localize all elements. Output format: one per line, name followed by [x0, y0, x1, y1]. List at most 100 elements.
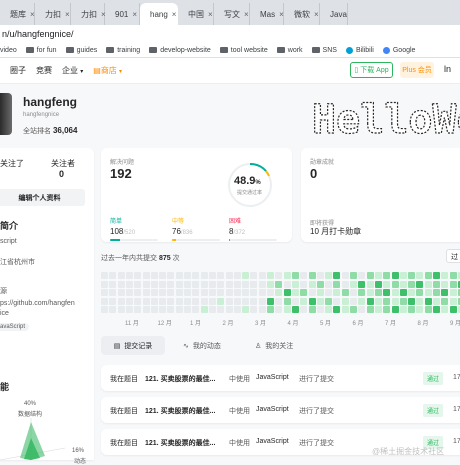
calendar-day[interactable] [125, 297, 133, 305]
calendar-day[interactable] [316, 272, 324, 279]
calendar-day[interactable] [325, 289, 333, 296]
calendar-day[interactable] [416, 280, 424, 288]
calendar-day[interactable] [416, 272, 424, 279]
calendar-day[interactable] [449, 306, 457, 313]
calendar-day[interactable] [416, 297, 424, 305]
avatar[interactable] [0, 93, 12, 135]
calendar-day[interactable] [258, 297, 266, 305]
calendar-day[interactable] [184, 289, 191, 296]
calendar-day[interactable] [333, 306, 341, 313]
calendar-day[interactable] [134, 280, 142, 288]
calendar-day[interactable] [101, 280, 108, 288]
calendar-day[interactable] [308, 289, 316, 296]
calendar-day[interactable] [291, 297, 299, 305]
calendar-day[interactable] [217, 272, 225, 279]
tab-activities[interactable]: ∿ 我的动态 [183, 336, 221, 355]
calendar-day[interactable] [109, 297, 117, 305]
calendar-day[interactable] [258, 306, 266, 313]
calendar-day[interactable] [242, 306, 250, 313]
calendar-day[interactable] [217, 289, 225, 296]
calendar-day[interactable] [325, 272, 333, 279]
calendar-day[interactable] [316, 306, 324, 313]
calendar-day[interactable] [184, 272, 191, 279]
calendar-day[interactable] [192, 289, 200, 296]
calendar-day[interactable] [184, 297, 191, 305]
tab-submissions[interactable]: ▤ 提交记录 [101, 336, 165, 355]
calendar-day[interactable] [433, 272, 440, 279]
bookmark-item[interactable]: tool website [219, 47, 268, 54]
calendar-day[interactable] [225, 289, 233, 296]
calendar-day[interactable] [101, 306, 108, 313]
calendar-day[interactable] [325, 297, 333, 305]
calendar-day[interactable] [267, 306, 274, 313]
calendar-day[interactable] [424, 306, 432, 313]
calendar-day[interactable] [441, 289, 449, 296]
calendar-day[interactable] [109, 289, 117, 296]
calendar-day[interactable] [233, 280, 241, 288]
calendar-day[interactable] [341, 289, 349, 296]
calendar-day[interactable] [208, 289, 216, 296]
nav-contest[interactable]: 竞赛 [36, 65, 52, 76]
calendar-day[interactable] [142, 297, 150, 305]
calendar-day[interactable] [142, 289, 150, 296]
github-link[interactable]: ps://github.com/hangfen [0, 300, 75, 307]
calendar-day[interactable] [167, 306, 175, 313]
bookmark-item[interactable]: for fun [25, 47, 57, 54]
close-icon[interactable]: × [314, 10, 319, 19]
calendar-day[interactable] [291, 280, 299, 288]
calendar-day[interactable] [175, 289, 183, 296]
submission-row[interactable]: 我在题目 121. 买卖股票的最佳... 中使用 JavaScript 进行了提交 通过 1… [101, 365, 460, 391]
calendar-day[interactable] [233, 306, 241, 313]
calendar-day[interactable] [134, 297, 142, 305]
calendar-day[interactable] [358, 280, 366, 288]
calendar-day[interactable] [399, 272, 407, 279]
calendar-day[interactable] [300, 289, 308, 296]
bookmark-item[interactable]: develop-website [149, 47, 211, 54]
calendar-day[interactable] [325, 280, 333, 288]
calendar-day[interactable] [333, 272, 341, 279]
calendar-day[interactable] [117, 306, 125, 313]
browser-tab[interactable]: 中国 × [178, 3, 214, 25]
calendar-day[interactable] [366, 297, 374, 305]
calendar-day[interactable] [308, 306, 316, 313]
calendar-day[interactable] [267, 297, 274, 305]
calendar-day[interactable] [208, 272, 216, 279]
calendar-day[interactable] [399, 289, 407, 296]
calendar-day[interactable] [200, 289, 208, 296]
calendar-day[interactable] [117, 280, 125, 288]
calendar-day[interactable] [225, 280, 233, 288]
close-icon[interactable]: × [30, 10, 35, 19]
calendar-day[interactable] [200, 306, 208, 313]
calendar-day[interactable] [366, 306, 374, 313]
bookmark-item[interactable]: Bilibili [345, 46, 374, 54]
calendar-day[interactable] [125, 272, 133, 279]
calendar-day[interactable] [192, 272, 200, 279]
calendar-day[interactable] [308, 280, 316, 288]
calendar-day[interactable] [125, 280, 133, 288]
calendar-day[interactable] [125, 289, 133, 296]
calendar-day[interactable] [300, 297, 308, 305]
calendar-day[interactable] [275, 289, 283, 296]
calendar-day[interactable] [208, 280, 216, 288]
calendar-day[interactable] [175, 297, 183, 305]
calendar-day[interactable] [233, 272, 241, 279]
nav-enterprise[interactable]: 企业 ▾ [62, 65, 83, 76]
calendar-day[interactable] [391, 306, 399, 313]
tab-following[interactable]: ♙ 我的关注 [255, 336, 293, 355]
calendar-day[interactable] [134, 306, 142, 313]
calendar-day[interactable] [175, 272, 183, 279]
browser-tab[interactable]: 题库 × [0, 3, 35, 25]
calendar-day[interactable] [358, 297, 366, 305]
calendar-day[interactable] [316, 289, 324, 296]
calendar-day[interactable] [291, 289, 299, 296]
calendar-day[interactable] [233, 297, 241, 305]
calendar-day[interactable] [150, 272, 158, 279]
calendar-day[interactable] [408, 280, 416, 288]
calendar-day[interactable] [383, 280, 391, 288]
browser-tab[interactable]: 写文 × [214, 3, 250, 25]
calendar-day[interactable] [258, 289, 266, 296]
calendar-day[interactable] [283, 272, 291, 279]
calendar-day[interactable] [291, 306, 299, 313]
browser-tab[interactable]: 力扣 × [35, 3, 71, 25]
calendar-day[interactable] [159, 280, 167, 288]
